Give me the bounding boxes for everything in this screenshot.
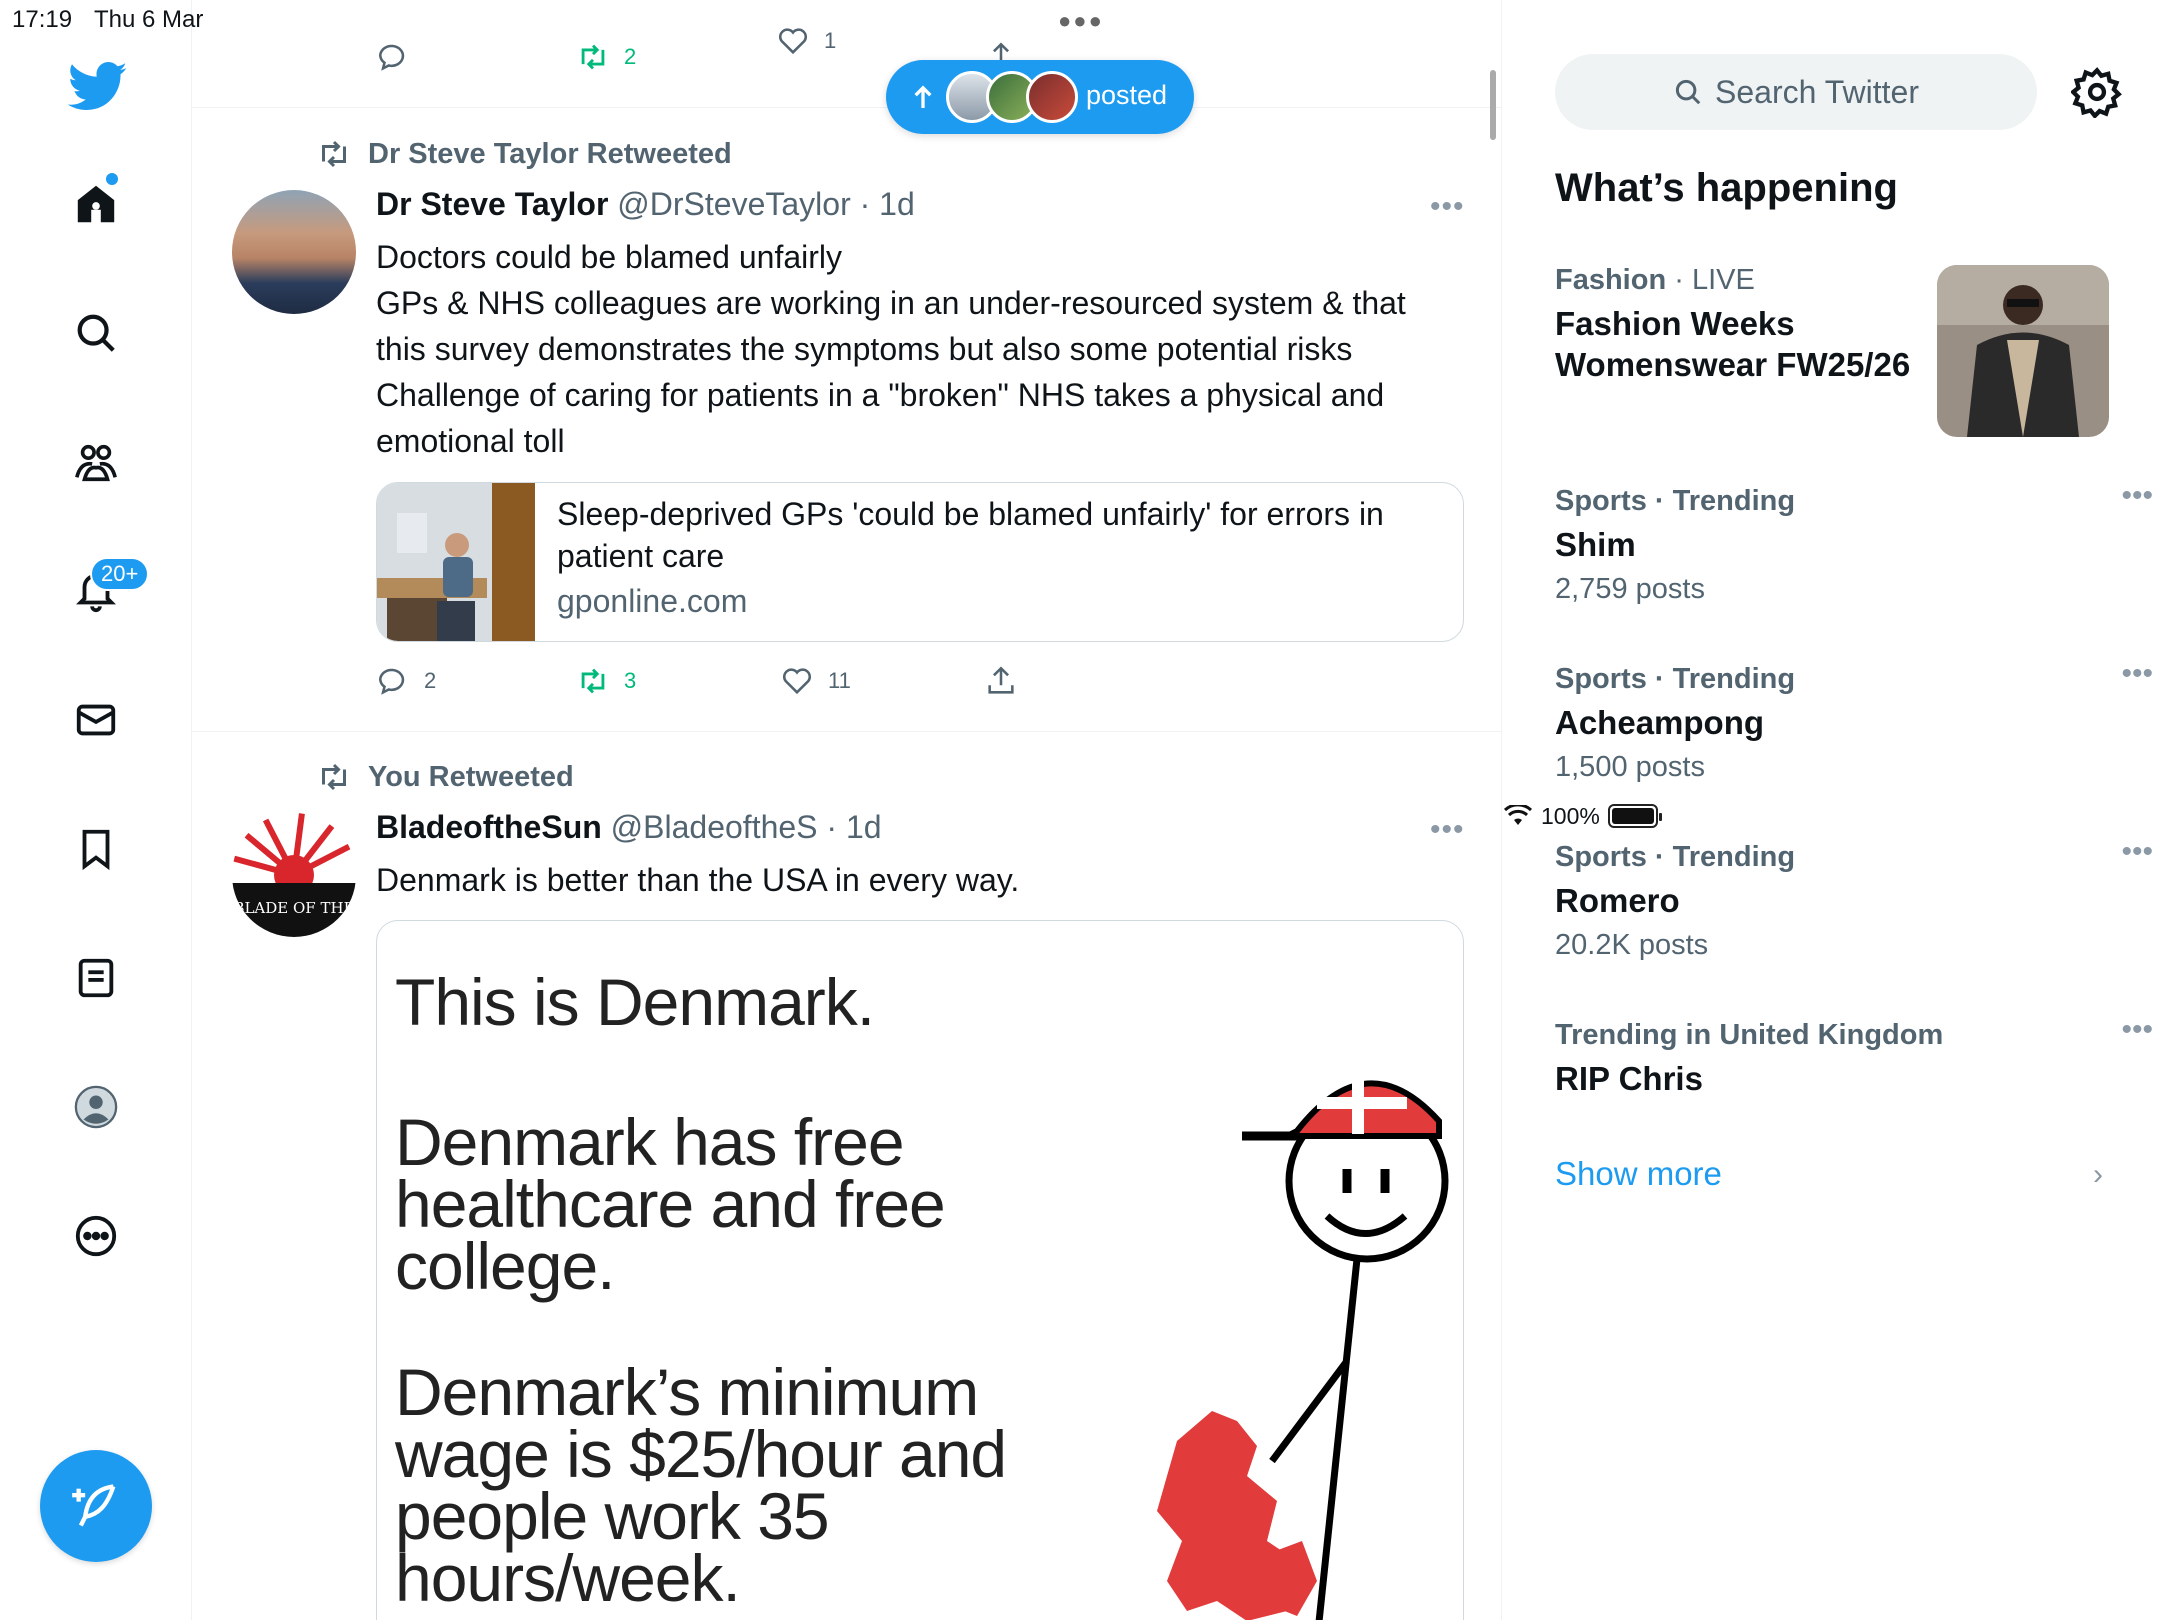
reply-button[interactable] (376, 40, 410, 74)
retweet-icon (322, 763, 346, 791)
retweet-icon (581, 668, 605, 694)
like-button[interactable]: 11 (780, 664, 851, 698)
link-card-title: Sleep-deprived GPs 'could be blamed unfa… (557, 496, 1384, 574)
tweet-media-image[interactable]: This is Denmark. Denmark has free health… (376, 920, 1464, 1620)
mail-icon[interactable] (56, 680, 136, 760)
battery-percent: 100% (1541, 802, 1600, 829)
tweet-line: GPs & NHS colleagues are working in an u… (376, 285, 1406, 367)
retweet-count: 2 (624, 44, 637, 69)
status-bar: 17:19 Thu 6 Mar ●●● 100% (0, 0, 2160, 829)
previous-tweet-actions: 2 1 (192, 28, 1501, 108)
reply-button[interactable]: 2 (376, 664, 436, 698)
tweet-more-icon[interactable]: ••• (1430, 190, 1465, 224)
multitasking-dots-icon[interactable]: ●●● (1058, 8, 1104, 34)
timeline: 2 1 posted Dr Steve Taylor Retweeted Dr … (192, 0, 1502, 1620)
tweet-time[interactable]: · 1d (860, 186, 915, 222)
status-right: 100% (1503, 6, 2160, 1620)
author-name[interactable]: BladeoftheSun (376, 809, 602, 845)
avatar[interactable] (232, 190, 356, 314)
like-count: 11 (828, 668, 851, 693)
meme-line: This is Denmark. (395, 965, 875, 1039)
retweet-button[interactable]: 2 (576, 40, 636, 74)
avatar-text: BLADE OF THE (233, 899, 354, 917)
reply-icon (378, 668, 405, 695)
heart-icon (782, 668, 812, 695)
status-time: 17:19 (12, 6, 73, 33)
link-card-domain: gponline.com (557, 583, 748, 619)
tweet-time[interactable]: · 1d (826, 809, 881, 845)
tweet-divider (192, 731, 1501, 732)
author-handle[interactable]: @BladeoftheS (611, 809, 818, 845)
tweet-header: Dr Steve Taylor @DrSteveTaylor · 1d (376, 186, 915, 223)
arrow-up-icon (914, 85, 932, 108)
tweet-line: Challenge of caring for patients in a "b… (376, 377, 1385, 459)
pill-avatar (1026, 71, 1078, 123)
search-icon[interactable] (56, 293, 136, 373)
share-icon (988, 666, 1014, 694)
scrollbar[interactable] (1490, 70, 1496, 140)
profile-icon[interactable] (56, 1067, 136, 1147)
retweeted-by: You Retweeted (316, 759, 574, 795)
tweet-header: BladeoftheSun @BladeoftheS · 1d (376, 809, 882, 846)
retweet-button[interactable]: 3 (576, 664, 636, 698)
pill-label: posted (1086, 80, 1168, 110)
battery-icon (1607, 804, 1662, 828)
lists-icon[interactable] (56, 938, 136, 1018)
tweet-more-icon[interactable]: ••• (1430, 813, 1465, 847)
share-button[interactable] (984, 664, 1018, 698)
meme-line: Denmark has free healthcare and free col… (395, 1105, 946, 1303)
stick-figure-image (1157, 1079, 1449, 1620)
retweet-icon (581, 44, 605, 70)
left-navigation: 20+ (0, 0, 192, 1620)
tweet-line: Doctors could be blamed unfairly (376, 239, 843, 275)
author-name[interactable]: Dr Steve Taylor (376, 186, 608, 222)
more-icon[interactable] (56, 1196, 136, 1276)
bookmark-icon[interactable] (56, 809, 136, 889)
home-icon[interactable] (56, 164, 136, 244)
meme-line: Denmark’s minimum wage is $25/hour and p… (395, 1355, 1007, 1615)
author-handle[interactable]: @DrSteveTaylor (617, 186, 850, 222)
home-unread-dot (106, 173, 118, 185)
retweeted-by: Dr Steve Taylor Retweeted (316, 136, 732, 172)
retweet-icon (322, 140, 346, 168)
new-posts-pill[interactable]: posted (886, 60, 1194, 134)
link-card[interactable]: Sleep-deprived GPs 'could be blamed unfa… (376, 482, 1464, 642)
notifications-badge: 20+ (90, 557, 150, 591)
compose-icon (72, 1484, 116, 1527)
status-date: Thu 6 Mar (94, 6, 204, 33)
tweet-text: Denmark is better than the USA in every … (376, 862, 1020, 898)
compose-button[interactable] (40, 1450, 152, 1562)
retweet-count: 3 (624, 668, 637, 693)
avatar[interactable]: BLADE OF THE (232, 813, 356, 937)
reply-icon (378, 44, 405, 71)
twitter-bird-icon[interactable] (67, 62, 128, 117)
reply-count: 2 (424, 668, 437, 693)
link-card-image (377, 483, 535, 641)
wifi-icon (1503, 805, 1533, 825)
communities-icon[interactable] (56, 422, 136, 502)
tweet-text: Doctors could be blamed unfairly GPs & N… (376, 234, 1456, 464)
